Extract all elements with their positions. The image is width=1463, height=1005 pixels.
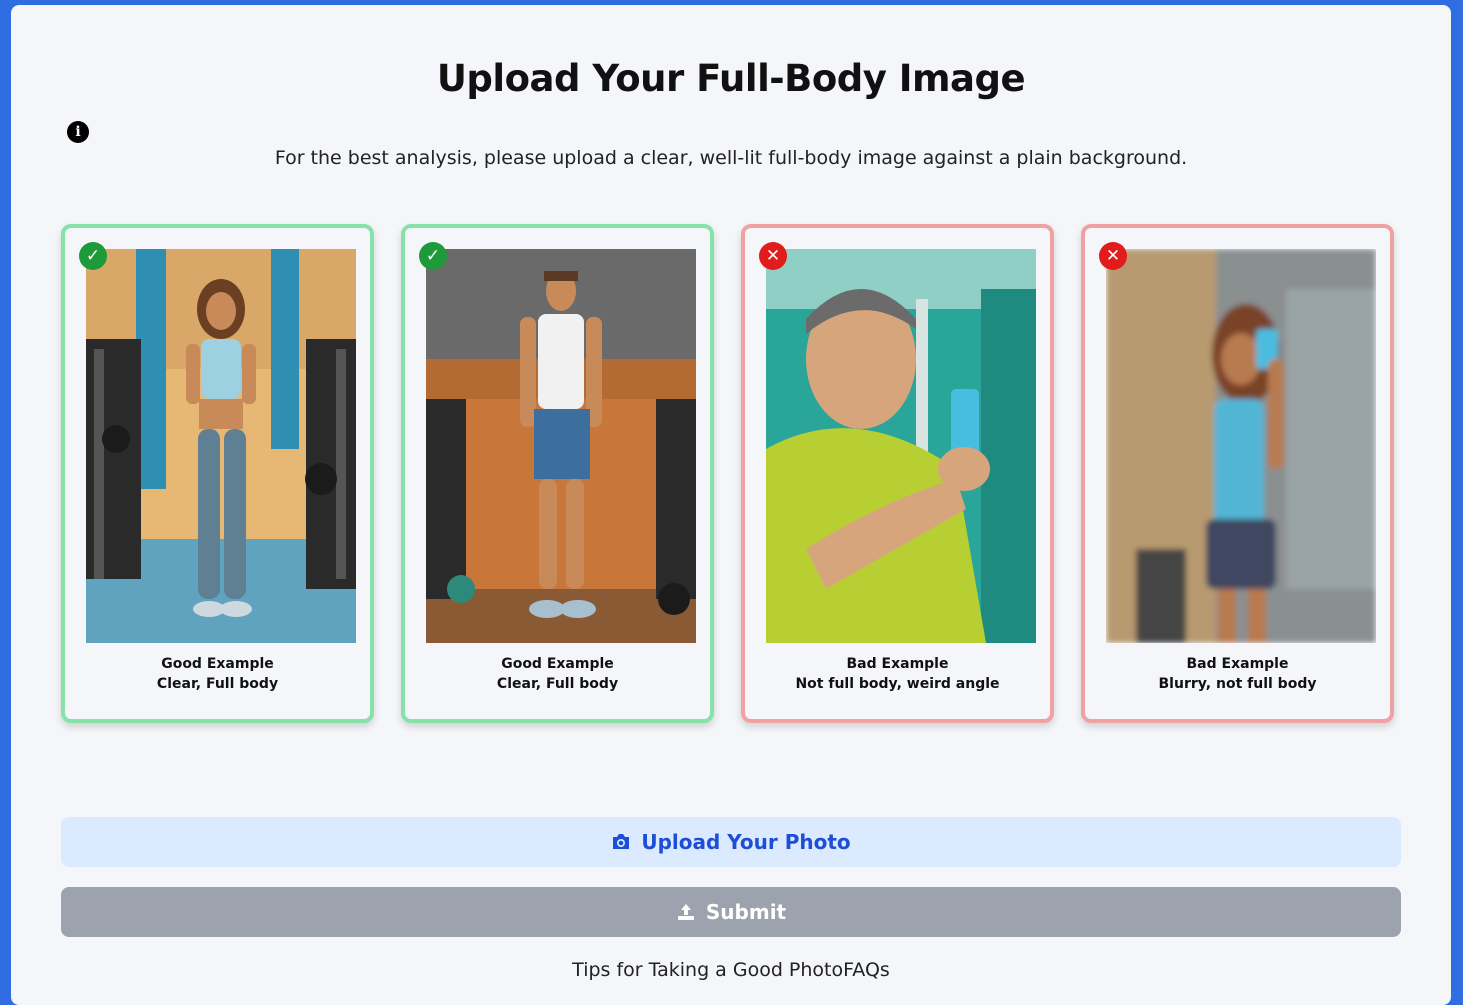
page-title: Upload Your Full-Body Image xyxy=(436,57,1026,100)
example-description: Clear, Full body xyxy=(496,676,619,692)
page-subtitle: For the best analysis, please upload a c… xyxy=(274,147,1188,169)
example-card-good-2: ✓ Good Example Clear, Full body xyxy=(401,224,714,723)
submit-label: Submit xyxy=(705,900,787,924)
example-card-bad-1: ✕ Bad Example Not full body, weird angle xyxy=(741,224,1054,723)
info-icon[interactable]: i xyxy=(67,121,89,143)
example-label: Good Example xyxy=(501,656,614,672)
faq-link[interactable]: FAQs xyxy=(843,959,890,981)
x-icon: ✕ xyxy=(759,242,787,270)
example-image-bad-man-selfie xyxy=(766,249,1036,643)
example-image-good-woman-gym xyxy=(86,249,356,643)
upload-panel: Upload Your Full-Body Image i For the be… xyxy=(11,5,1451,1005)
upload-icon xyxy=(676,902,696,922)
check-icon: ✓ xyxy=(419,242,447,270)
example-card-bad-2: ✕ Bad Example Blurry, not full body xyxy=(1081,224,1394,723)
example-description: Not full body, weird angle xyxy=(795,676,1000,692)
example-label: Bad Example xyxy=(846,656,949,672)
example-image-good-man-gym xyxy=(426,249,696,643)
example-label: Bad Example xyxy=(1186,656,1289,672)
example-card-good-1: ✓ Good Example Clear, Full body xyxy=(61,224,374,723)
example-label: Good Example xyxy=(161,656,274,672)
footer-links: Tips for Taking a Good PhotoFAQs xyxy=(11,959,1451,981)
upload-photo-button[interactable]: Upload Your Photo xyxy=(61,817,1401,867)
tips-link[interactable]: Tips for Taking a Good Photo xyxy=(572,959,843,981)
x-icon: ✕ xyxy=(1099,242,1127,270)
camera-icon xyxy=(611,833,631,851)
example-description: Blurry, not full body xyxy=(1158,676,1317,692)
submit-button[interactable]: Submit xyxy=(61,887,1401,937)
check-icon: ✓ xyxy=(79,242,107,270)
example-description: Clear, Full body xyxy=(156,676,279,692)
example-image-bad-woman-blurry xyxy=(1106,249,1376,643)
upload-photo-label: Upload Your Photo xyxy=(641,830,851,854)
